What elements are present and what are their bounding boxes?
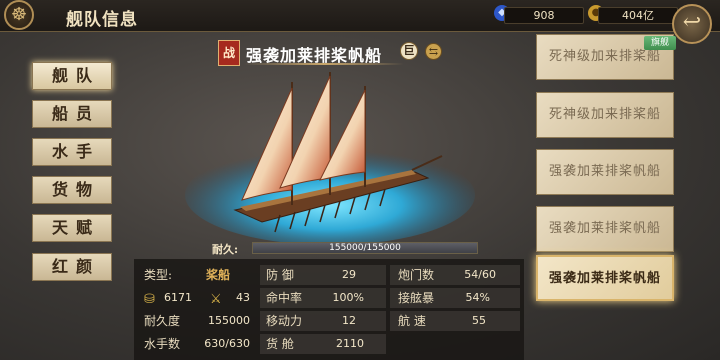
stat-type: 类型: 桨船 — [138, 265, 258, 285]
stat-accuracy-label: 命中率 — [266, 291, 303, 305]
durability-text: 155000/155000 — [329, 243, 401, 253]
stat-speed-label: 航 速 — [398, 314, 426, 328]
stat-speed-value: 55 — [472, 314, 486, 327]
stat-cargo-value: 2110 — [336, 337, 364, 350]
tab-beauty[interactable]: 红颜 — [32, 253, 112, 281]
stat-sailors: 水手数 630/630 — [138, 334, 258, 354]
fleet-ship-4[interactable]: 强袭加莱排桨帆船 — [536, 206, 674, 252]
fleet-ship-3[interactable]: 强袭加莱排桨帆船 — [536, 149, 674, 195]
stat-food-value: 6171 — [164, 291, 192, 304]
gem-count: 908 — [504, 7, 584, 24]
stat-speed: 航 速 55 — [390, 311, 520, 331]
stat-soldier: ⚔ 43 — [204, 288, 258, 308]
stat-boarding: 接舷暴 54% — [390, 288, 520, 308]
stat-cannon: 炮门数 54/60 — [390, 265, 520, 285]
tab-cargo[interactable]: 货物 — [32, 176, 112, 204]
durability-label: 耐久: — [212, 243, 239, 256]
tab-talent[interactable]: 天赋 — [32, 214, 112, 242]
stat-defense-value: 29 — [342, 268, 356, 281]
stat-mobility-label: 移动力 — [266, 314, 303, 328]
stat-durability: 耐久度 155000 — [138, 311, 258, 331]
food-icon: ⛁ — [144, 292, 155, 307]
stat-accuracy-value: 100% — [332, 291, 364, 304]
stat-durability-label: 耐久度 — [144, 314, 181, 328]
stat-defense-label: 防 御 — [266, 268, 294, 282]
page-title: 舰队信息 — [66, 10, 138, 30]
ship-illustration — [185, 72, 475, 245]
flagship-tag: 旗舰 — [644, 36, 676, 50]
tab-fleet[interactable]: 舰队 — [32, 62, 112, 90]
stat-type-value: 桨船 — [206, 268, 231, 282]
fleet-ship-5[interactable]: 强袭加莱排桨帆船 — [536, 255, 674, 301]
stat-cargo-label: 货 舱 — [266, 337, 294, 351]
stat-accuracy: 命中率 100% — [260, 288, 386, 308]
crossed-swords-icon: ⚔ — [210, 292, 222, 307]
stat-sailors-label: 水手数 — [144, 337, 181, 351]
tab-sailors[interactable]: 水手 — [32, 138, 112, 166]
stat-cannon-label: 炮门数 — [398, 268, 435, 282]
stat-cannon-value: 54/60 — [464, 268, 496, 281]
back-arrow-icon[interactable]: ↩ — [672, 4, 712, 44]
size-badge: 巨 — [400, 42, 418, 60]
fleet-ship-2[interactable]: 死神级加来排桨船 — [536, 92, 674, 138]
compass-wheel-icon[interactable]: ☸ — [4, 0, 34, 30]
stats-panel: 类型: 桨船 ⛁ 6171 ⚔ 43 耐久度 155000 水手数 630/63… — [134, 259, 524, 360]
stat-boarding-label: 接舷暴 — [398, 291, 435, 305]
stat-food: ⛁ 6171 — [138, 288, 200, 308]
stat-boarding-value: 54% — [465, 291, 490, 304]
gold-count: 404亿 — [598, 7, 678, 24]
swap-icon[interactable]: ⇆ — [425, 43, 442, 60]
stat-soldier-value: 43 — [236, 291, 250, 304]
stat-mobility: 移动力 12 — [260, 311, 386, 331]
tab-crew[interactable]: 船员 — [32, 100, 112, 128]
stat-defense: 防 御 29 — [260, 265, 386, 285]
stat-durability-value: 155000 — [208, 314, 250, 327]
stat-cargo: 货 舱 2110 — [260, 334, 386, 354]
stat-mobility-value: 12 — [342, 314, 356, 327]
stat-type-label: 类型: — [144, 268, 173, 282]
stat-sailors-value: 630/630 — [204, 337, 250, 350]
